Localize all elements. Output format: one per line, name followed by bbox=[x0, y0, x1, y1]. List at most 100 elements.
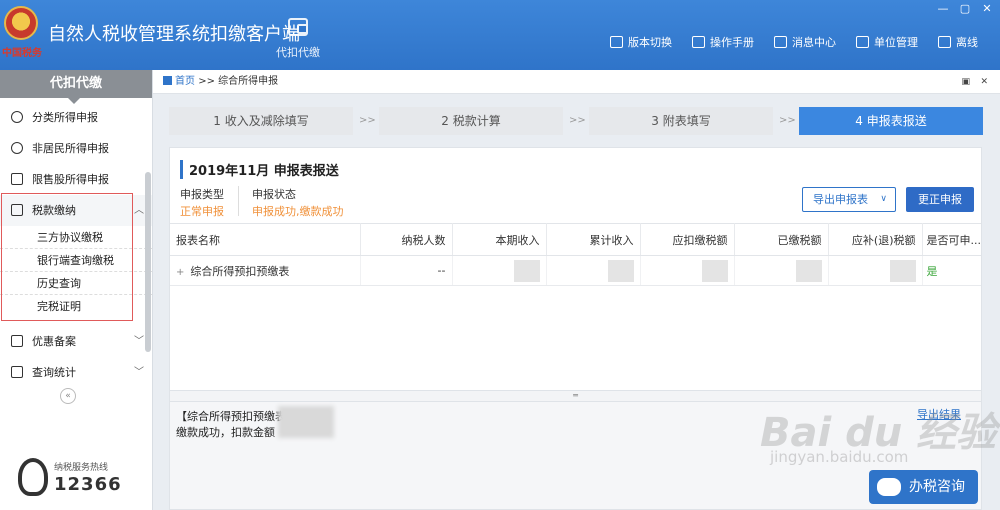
step-income-entry[interactable]: 1 收入及减除填写 bbox=[169, 107, 353, 135]
sidebar-item-label: 非居民所得申报 bbox=[32, 142, 109, 155]
sidebar-item-label: 分类所得申报 bbox=[32, 111, 98, 124]
highlight-box bbox=[1, 193, 133, 321]
log-line: 缴款成功，扣款金额 bbox=[176, 426, 275, 439]
headset-icon bbox=[18, 458, 48, 496]
offline-button[interactable]: 离线 bbox=[938, 34, 978, 50]
sidebar-item-label: 限售股所得申报 bbox=[32, 173, 109, 186]
taxpayer-count-cell: -- bbox=[360, 255, 453, 286]
mail-icon bbox=[774, 36, 787, 48]
tool-label: 操作手册 bbox=[710, 36, 754, 49]
app-header: 中国税务 自然人税收管理系统扣缴客户端 代扣代缴 — ▢ ✕ 版本切换 操作手册… bbox=[0, 0, 1000, 70]
manual-icon bbox=[692, 36, 705, 48]
expand-icon[interactable]: + bbox=[176, 267, 184, 278]
minimize-button[interactable]: — bbox=[936, 2, 950, 15]
log-line: 【综合所得预扣预缴表 bbox=[176, 410, 286, 423]
redacted-value bbox=[701, 259, 728, 282]
redacted-value bbox=[889, 259, 916, 282]
redacted-value bbox=[607, 259, 634, 282]
breadcrumb: 首页 >> 综合所得申报 ▣ ✕ bbox=[153, 70, 1000, 94]
collapse-sidebar-button[interactable]: « bbox=[60, 388, 76, 404]
column-header: 本期收入 bbox=[452, 223, 547, 256]
column-header: 应补(退)税额 bbox=[828, 223, 923, 256]
chevron-down-icon: ﹀ bbox=[134, 367, 144, 378]
hotline-number: 12366 bbox=[54, 474, 122, 495]
redacted-cell bbox=[828, 255, 923, 286]
sidebar-item-category-income[interactable]: 分类所得申报 bbox=[0, 102, 152, 133]
panel-title: 2019年11月 申报表报送 bbox=[180, 160, 339, 179]
pie-icon bbox=[11, 111, 23, 123]
sidebar: 代扣代缴 分类所得申报 非居民所得申报 限售股所得申报 税款缴纳 ︿ 三方协议缴税… bbox=[0, 70, 153, 510]
list-icon bbox=[11, 366, 23, 378]
tool-label: 消息中心 bbox=[792, 36, 836, 49]
breadcrumb-current: 综合所得申报 bbox=[218, 76, 279, 87]
module-withholding[interactable]: 代扣代缴 bbox=[272, 18, 324, 60]
step-separator: >> bbox=[359, 115, 376, 126]
can-declare-cell: 是 bbox=[922, 255, 981, 286]
sidebar-scrollbar[interactable] bbox=[145, 172, 151, 352]
step-tax-calc[interactable]: 2 税款计算 bbox=[379, 107, 563, 135]
tool-label: 版本切换 bbox=[628, 36, 672, 49]
breadcrumb-home[interactable]: 首页 bbox=[175, 76, 195, 87]
window-controls: — ▢ ✕ bbox=[936, 2, 994, 15]
message-center-button[interactable]: 消息中心 bbox=[774, 34, 836, 50]
tax-consult-button[interactable]: 办税咨询 bbox=[869, 470, 978, 504]
table-header-row: 报表名称 纳税人数 本期收入 累计收入 应扣缴税额 已缴税额 应补(退)税额 是… bbox=[170, 223, 981, 256]
correct-declaration-button[interactable]: 更正申报 bbox=[906, 187, 974, 212]
restore-button[interactable]: ▢ bbox=[958, 2, 972, 15]
close-window-button[interactable]: ✕ bbox=[980, 2, 994, 15]
info-divider bbox=[238, 186, 239, 216]
building-icon bbox=[856, 36, 869, 48]
close-tab-icon[interactable]: ✕ bbox=[980, 70, 988, 94]
table-row[interactable]: + 综合所得预扣预缴表 -- 是 bbox=[170, 255, 981, 286]
column-header: 应扣缴税额 bbox=[640, 223, 735, 256]
sidebar-item-restricted-shares[interactable]: 限售股所得申报 bbox=[0, 164, 152, 195]
chat-bubble-icon bbox=[877, 478, 901, 496]
report-name: 综合所得预扣预缴表 bbox=[190, 264, 290, 278]
redacted-value bbox=[513, 259, 540, 282]
sidebar-title: 代扣代缴 bbox=[0, 70, 152, 104]
column-header: 纳税人数 bbox=[360, 223, 453, 256]
export-declaration-button[interactable]: 导出申报表 ∨ bbox=[802, 187, 896, 212]
chevron-down-icon: ∨ bbox=[880, 194, 887, 204]
export-result-link[interactable]: 导出结果 bbox=[917, 406, 961, 422]
sidebar-item-label: 优惠备案 bbox=[32, 335, 76, 348]
doc-icon bbox=[11, 335, 23, 347]
step-submit[interactable]: 4 申报表报送 bbox=[799, 107, 983, 135]
declare-type-value: 正常申报 bbox=[180, 205, 224, 218]
sidebar-item-nonresident[interactable]: 非居民所得申报 bbox=[0, 133, 152, 164]
version-switch-button[interactable]: 版本切换 bbox=[610, 34, 672, 50]
breadcrumb-separator: >> bbox=[198, 76, 215, 87]
panel-splitter[interactable]: ═ bbox=[169, 391, 982, 401]
unit-management-button[interactable]: 单位管理 bbox=[856, 34, 918, 50]
step-separator: >> bbox=[779, 115, 796, 126]
emblem-text: 中国税务 bbox=[2, 48, 42, 59]
declare-status-label: 申报状态 bbox=[252, 188, 296, 201]
bar-chart-icon bbox=[11, 173, 23, 185]
redacted-cell bbox=[546, 255, 641, 286]
sidebar-item-label: 查询统计 bbox=[32, 366, 76, 379]
redacted-cell bbox=[734, 255, 829, 286]
export-label: 导出申报表 bbox=[813, 193, 868, 206]
report-name-cell: + 综合所得预扣预缴表 bbox=[170, 255, 361, 286]
tool-label: 离线 bbox=[956, 36, 978, 49]
sidebar-item-query-stats[interactable]: 查询统计 ﹀ bbox=[0, 357, 152, 388]
module-label: 代扣代缴 bbox=[276, 46, 320, 59]
tax-emblem-icon bbox=[4, 6, 38, 40]
home-icon bbox=[163, 76, 172, 85]
sidebar-item-preferential[interactable]: 优惠备案 ﹀ bbox=[0, 326, 152, 357]
redacted-cell bbox=[640, 255, 735, 286]
pin-tab-icon[interactable]: ▣ bbox=[961, 70, 970, 94]
step-separator: >> bbox=[569, 115, 586, 126]
consult-label: 办税咨询 bbox=[909, 479, 965, 495]
redacted-amount bbox=[278, 406, 334, 438]
redacted-value bbox=[795, 259, 822, 282]
switch-icon bbox=[610, 36, 623, 48]
chevron-up-icon: ︿ bbox=[134, 205, 144, 216]
declaration-panel: 2019年11月 申报表报送 申报类型 正常申报 申报状态 申报成功,缴款成功 … bbox=[169, 147, 982, 391]
declare-type-label: 申报类型 bbox=[180, 188, 224, 201]
chevron-down-icon: ﹀ bbox=[134, 336, 144, 347]
column-header: 已缴税额 bbox=[734, 223, 829, 256]
hotline-label: 纳税服务热线 bbox=[54, 463, 109, 473]
step-schedule-entry[interactable]: 3 附表填写 bbox=[589, 107, 773, 135]
manual-button[interactable]: 操作手册 bbox=[692, 34, 754, 50]
